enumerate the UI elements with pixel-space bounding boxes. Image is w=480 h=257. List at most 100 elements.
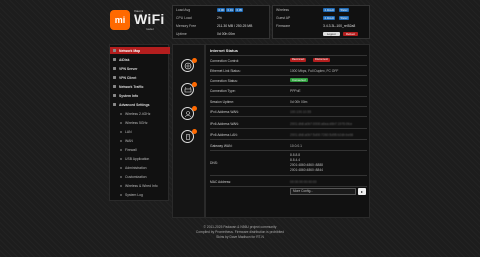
mi-logo: mi [110,10,130,30]
sidebar-item-label: Administration [125,165,147,170]
sidebar-item-vpn-server[interactable]: VPN Server [110,65,170,72]
bullet-icon [120,157,122,160]
dns-server-1: 8.8.8.8 [290,153,301,157]
gateway-wan-label: Gateway WAN: [210,144,233,148]
ethernet-link-value: 1000 Mbps, Full Duplex, FC OFF [290,69,339,73]
globe-icon [184,62,191,69]
reconnect-button[interactable]: Reconnect [290,58,307,62]
load-avg-15: 0.05 [235,8,244,12]
wifi-status-panel: Wireless 2.4GHz 5GHz Guest AP 2.4GHz 5GH… [272,5,370,39]
wireless-label: Wireless [276,8,289,12]
firmware-value: 3.4.3.3L-100_rel52a8 [323,24,356,28]
dns-server-2: 8.8.4.4 [290,158,301,162]
bullet-icon [120,193,122,196]
divider [210,96,367,97]
load-avg-1: 0.00 [217,8,226,12]
traffic-icon [113,85,116,88]
divider [210,150,367,151]
uptime-value: 0d 00h 00m [217,32,235,36]
sidebar-item-customization[interactable]: Customization [110,173,170,180]
sidebar-item-label: Customization [125,174,147,179]
clients-alert-dot [192,106,197,111]
footer-skins: Skins by Dave Madison for RT-N [216,235,264,239]
vpn-server-icon [113,67,116,70]
session-uptime-label: Session Uptime: [210,100,235,104]
brand-wifi: WiFi [134,11,165,27]
sidebar-item-administration[interactable]: Administration [110,164,170,171]
firmware-label: Firmware [276,24,291,28]
sidebar-item-label: AiDisk [119,57,130,62]
sidebar-item-wireless-5[interactable]: Wireless 5GHz [110,119,170,126]
more-config-select[interactable]: More Config... [290,188,356,195]
bullet-icon [120,130,122,133]
logout-button[interactable]: Logout [323,32,340,36]
sidebar-item-label: Wireless & Wired Info [125,183,158,188]
sidebar-item-aidisk[interactable]: AiDisk [110,56,170,63]
sidebar-item-label: Wireless 5GHz [125,120,148,125]
info-icon [113,94,116,97]
internet-alert-dot [192,58,197,63]
divider [210,116,367,117]
sidebar-item-label: USB Application [125,156,150,161]
wireless-5-badge[interactable]: 5GHz [339,8,350,12]
router-alert-dot [192,82,197,87]
settings-icon [113,103,116,106]
uptime-label: Uptime [176,32,187,36]
memory-free-label: Memory Free [176,24,197,28]
reboot-button[interactable]: Reboot [343,32,359,36]
system-stats-panel: Load Avg 0.00 0.01 0.05 CPU Load 2% Memo… [172,5,270,39]
connection-status-label: Connection Status: [210,79,238,83]
wireless-24-badge[interactable]: 2.4GHz [323,8,336,12]
divider [210,55,367,56]
divider [210,65,367,66]
sidebar-nav: Network Map AiDisk VPN Server VPN Client… [109,44,170,201]
sidebar-item-lan[interactable]: LAN [110,128,170,135]
sidebar-item-system-info[interactable]: System Info [110,92,170,99]
guest-ap-label: Guest AP [276,16,291,20]
divider [210,175,367,176]
sidebar-item-label: VPN Server [119,66,138,71]
bullet-icon [120,121,122,124]
sidebar-item-usb-application[interactable]: USB Application [110,155,170,162]
sidebar-item-network-traffic[interactable]: Network Traffic [110,83,170,90]
ipv6-wan-value: 2001:db8:a0b7:0000:a6ea:d6b7:1976:0fce [290,122,353,126]
page-title: Internet Status [210,48,239,53]
dns-label: DNS: [210,161,218,165]
connection-type-value: PPPoE [290,89,301,93]
dns-server-3: 2001:4860:4860::8888 [290,163,324,167]
sidebar-item-label: System Info [119,93,139,98]
sidebar-item-vpn-client[interactable]: VPN Client [110,74,170,81]
divider [210,85,367,86]
sidebar-item-advanced-settings[interactable]: Advanced Settings [110,101,170,108]
sidebar-item-network-map[interactable]: Network Map [110,47,170,54]
footer-compiled: Compiled by Prometheus. Firmware distrib… [195,230,285,234]
dns-server-4: 2001:4860:4860::8844 [290,168,324,172]
bullet-icon [120,139,122,142]
vpn-client-icon [113,76,116,79]
session-uptime-value: 0d 00h 00m [290,100,308,104]
sidebar-item-firewall[interactable]: Firewall [110,146,170,153]
divider [210,186,367,187]
guest-24-badge[interactable]: 2.4GHz [323,16,336,20]
mac-address-label: MAC Address: [210,180,232,184]
brand-router: router [146,27,154,31]
sidebar-item-label: LAN [125,129,132,134]
sidebar-item-system-log[interactable]: System Log [110,191,170,198]
more-config-go-button[interactable]: ▸ [358,188,366,195]
guest-5-badge[interactable]: 5GHz [339,16,350,20]
ipv4-wan-value: 100.100.10.55 [290,110,312,114]
divider [210,106,367,107]
sidebar-item-label: WAN [125,138,133,143]
sidebar-item-label: Wireless 2.4GHz [125,111,151,116]
footer-copyright: © 2011-2025 Padavan & N56U project commu… [203,225,277,229]
clients-icon [184,110,191,117]
ethernet-link-label: Ethernet Link Status: [210,69,241,73]
disconnect-button[interactable]: Disconnect [313,58,330,62]
connection-control-label: Connection Control: [210,59,240,63]
sidebar-item-wireless-wired-info[interactable]: Wireless & Wired Info [110,182,170,189]
sidebar-item-wan[interactable]: WAN [110,137,170,144]
usb-icon [185,133,190,140]
sidebar-item-wireless-24[interactable]: Wireless 2.4GHz [110,110,170,117]
network-map-icons [172,44,205,218]
sidebar-item-label: Firewall [125,147,137,152]
